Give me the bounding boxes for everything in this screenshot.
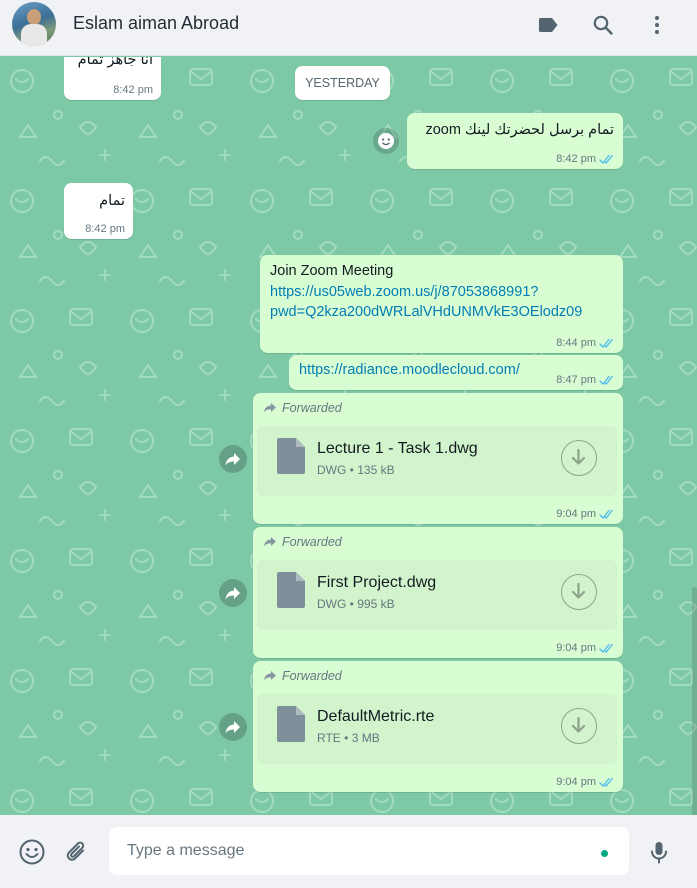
avatar-body [21, 24, 47, 46]
forwarded-icon [264, 671, 276, 681]
message-meta: 9:04 pm [556, 508, 615, 520]
message-meta: 8:42 pm [113, 84, 153, 96]
message-meta: 8:44 pm [556, 337, 615, 349]
document-icon [277, 438, 305, 474]
zoom-link[interactable]: https://us05web.zoom.us/j/87053868991? [270, 282, 582, 303]
forwarded-label: Forwarded [263, 535, 342, 549]
download-icon [571, 448, 586, 465]
document-name: Lecture 1 - Task 1.dwg [317, 440, 478, 457]
forward-icon [225, 587, 240, 600]
message-incoming[interactable]: تمام 8:42 pm [64, 183, 133, 239]
document-name: DefaultMetric.rte [317, 708, 435, 725]
download-icon [571, 582, 586, 599]
message-incoming[interactable]: انا جاهز تمام 8:42 pm [64, 57, 161, 100]
document-icon [277, 572, 305, 608]
emoji-icon[interactable] [18, 838, 46, 866]
message-text: تمام برسل لحضرتك لينك zoom [425, 122, 614, 138]
message-meta: 8:47 pm [556, 374, 615, 386]
message-time: 8:42 pm [85, 223, 125, 235]
message-time: 9:04 pm [556, 508, 596, 520]
forward-button[interactable] [219, 713, 247, 741]
message-text: Join Zoom Meeting [270, 263, 394, 279]
read-ticks-icon [599, 154, 613, 164]
message-text: تمام [99, 193, 125, 209]
message-outgoing-document[interactable]: Forwarded First Project.dwg DWG • 995 kB… [253, 527, 623, 658]
emoji-icon [378, 133, 394, 149]
message-meta: 9:04 pm [556, 776, 615, 788]
document-card[interactable]: First Project.dwg DWG • 995 kB [257, 560, 617, 630]
document-size: 135 kB [357, 463, 395, 477]
message-meta: 8:42 pm [85, 223, 125, 235]
message-text: انا جاهز تمام [77, 57, 153, 68]
message-composer [0, 815, 697, 888]
message-time: 9:04 pm [556, 776, 596, 788]
menu-icon[interactable] [645, 13, 669, 37]
chat-panel[interactable]: انا جاهز تمام 8:42 pm YESTERDAY تمام برس… [0, 57, 697, 815]
message-outgoing[interactable]: تمام برسل لحضرتك لينك zoom 8:42 pm [407, 113, 623, 169]
chat-scrollbar[interactable] [692, 587, 697, 815]
forwarded-label: Forwarded [263, 669, 342, 683]
forwarded-text: Forwarded [282, 669, 342, 683]
download-button[interactable] [561, 574, 597, 610]
label-icon[interactable] [536, 13, 560, 37]
document-card[interactable]: DefaultMetric.rte RTE • 3 MB [257, 694, 617, 764]
message-time: 8:42 pm [556, 153, 596, 165]
document-name: First Project.dwg [317, 574, 437, 591]
read-ticks-icon [599, 643, 613, 653]
search-icon[interactable] [591, 13, 615, 37]
document-details: DWG • 995 kB [317, 597, 395, 611]
read-ticks-icon [599, 338, 613, 348]
document-type: DWG [317, 597, 347, 611]
read-ticks-icon [599, 509, 613, 519]
read-ticks-icon [599, 777, 613, 787]
moodle-link[interactable]: https://radiance.moodlecloud.com/ [299, 362, 520, 378]
document-card[interactable]: Lecture 1 - Task 1.dwg DWG • 135 kB [257, 426, 617, 496]
attach-icon[interactable] [63, 838, 91, 866]
contact-name[interactable]: Eslam aiman Abroad [73, 13, 239, 34]
message-input[interactable] [109, 827, 629, 875]
message-meta: 9:04 pm [556, 642, 615, 654]
status-dot [601, 850, 608, 857]
forwarded-icon [264, 403, 276, 413]
message-meta: 8:42 pm [556, 153, 615, 165]
forward-icon [225, 453, 240, 466]
forwarded-text: Forwarded [282, 401, 342, 415]
document-icon [277, 706, 305, 742]
document-type: RTE [317, 731, 341, 745]
forwarded-text: Forwarded [282, 535, 342, 549]
read-ticks-icon [599, 375, 613, 385]
message-outgoing[interactable]: Join Zoom Meeting https://us05web.zoom.u… [260, 255, 623, 353]
zoom-link-continued[interactable]: pwd=Q2kza200dWRLalVHdUNMVkE3OElodz09 [270, 302, 582, 323]
download-button[interactable] [561, 440, 597, 476]
forwarded-label: Forwarded [263, 401, 342, 415]
avatar-head [27, 9, 41, 25]
message-outgoing-document[interactable]: Forwarded DefaultMetric.rte RTE • 3 MB 9… [253, 661, 623, 792]
document-details: RTE • 3 MB [317, 731, 380, 745]
message-outgoing-document[interactable]: Forwarded Lecture 1 - Task 1.dwg DWG • 1… [253, 393, 623, 524]
document-size: 3 MB [351, 731, 380, 745]
date-divider: YESTERDAY [295, 66, 390, 100]
message-time: 9:04 pm [556, 642, 596, 654]
contact-avatar[interactable] [12, 2, 56, 46]
message-outgoing[interactable]: https://radiance.moodlecloud.com/ 8:47 p… [289, 355, 623, 390]
react-emoji-button[interactable] [373, 128, 399, 154]
message-time: 8:44 pm [556, 337, 596, 349]
document-size: 995 kB [357, 597, 395, 611]
document-type: DWG [317, 463, 347, 477]
forward-button[interactable] [219, 445, 247, 473]
chat-header: Eslam aiman Abroad [0, 0, 697, 56]
mic-icon[interactable] [645, 838, 673, 866]
document-details: DWG • 135 kB [317, 463, 395, 477]
separator-dot: • [344, 731, 352, 745]
forward-button[interactable] [219, 579, 247, 607]
message-time: 8:42 pm [113, 84, 153, 96]
message-time: 8:47 pm [556, 374, 596, 386]
download-button[interactable] [561, 708, 597, 744]
forwarded-icon [264, 537, 276, 547]
download-icon [571, 716, 586, 733]
forward-icon [225, 721, 240, 734]
message-text-block: Join Zoom Meeting https://us05web.zoom.u… [270, 261, 582, 323]
